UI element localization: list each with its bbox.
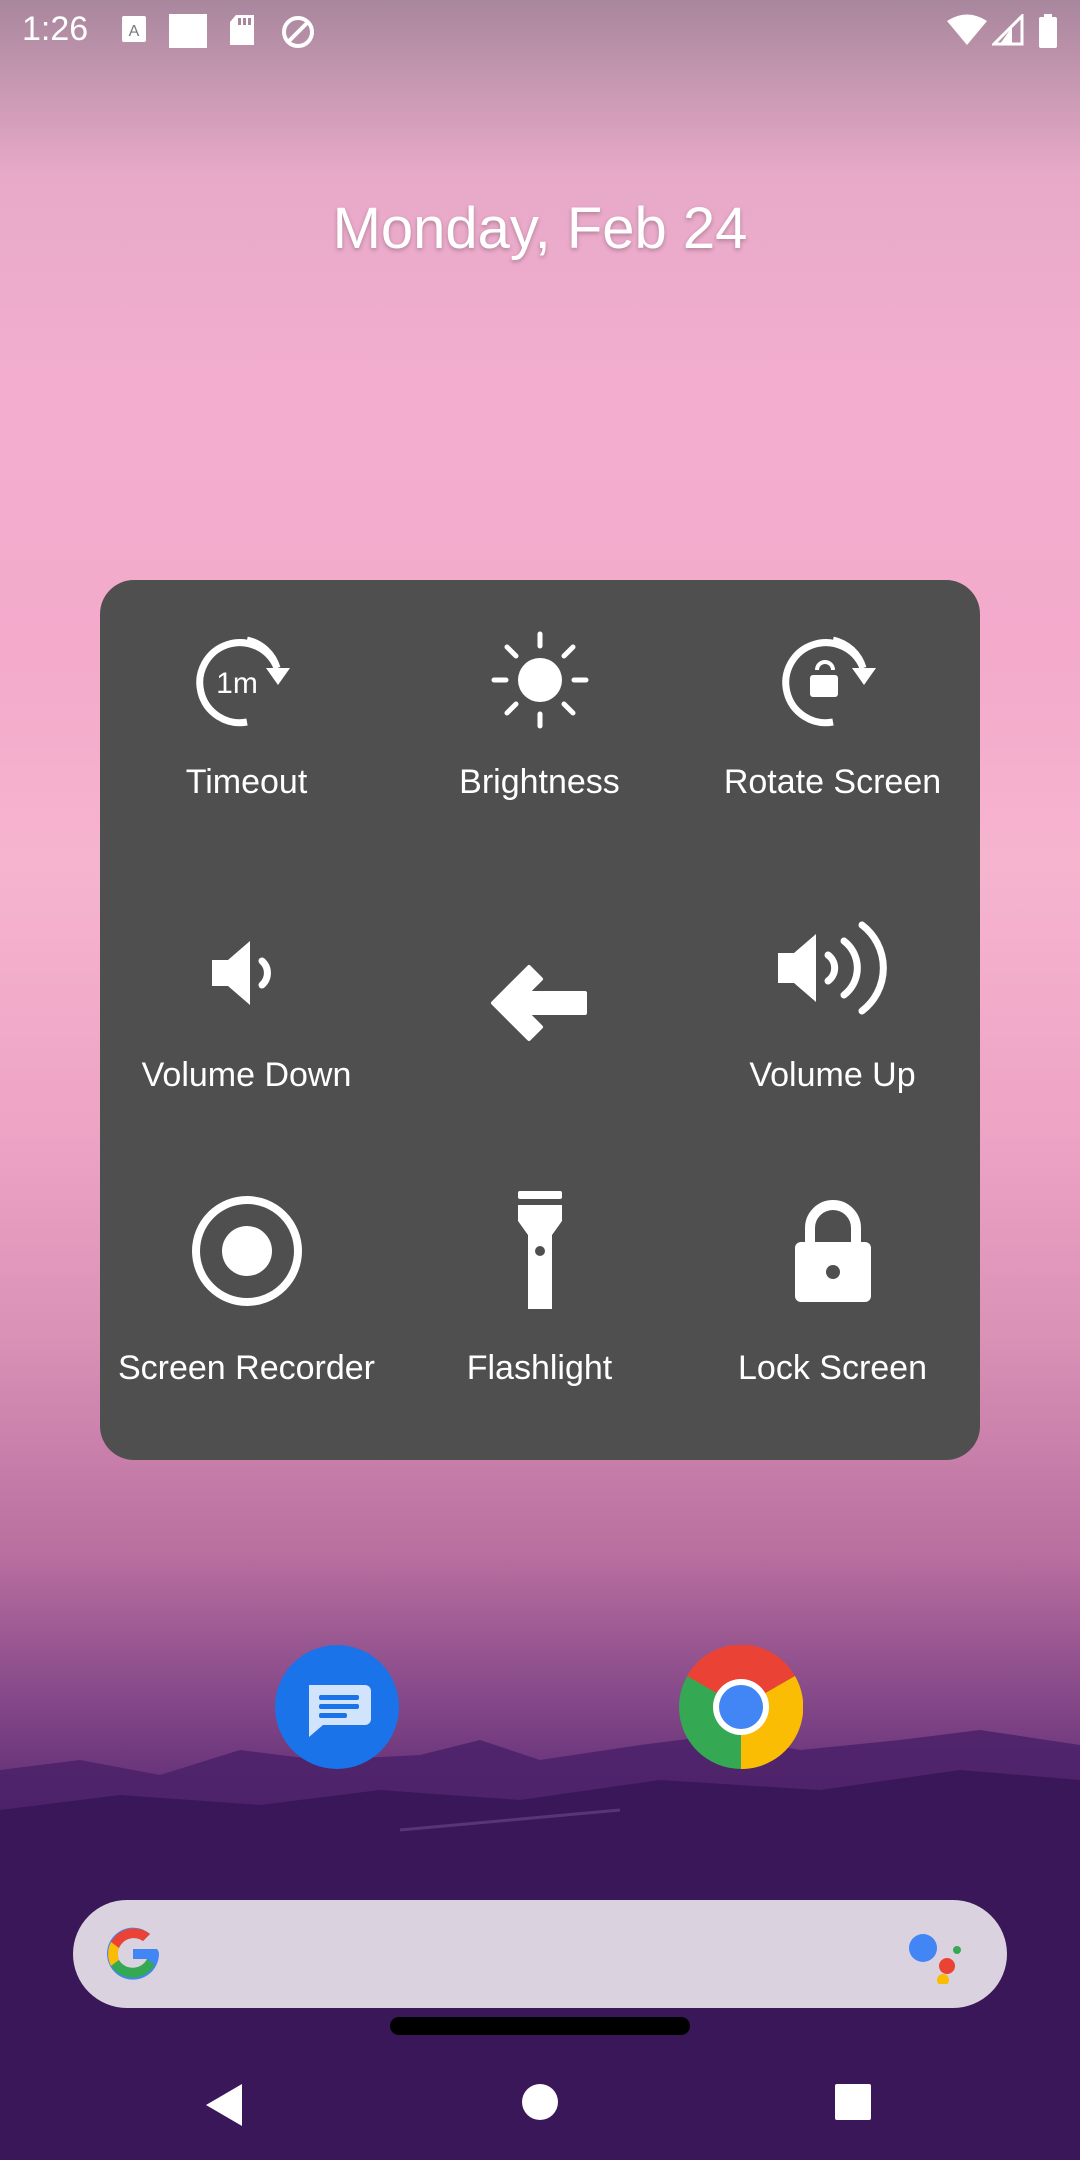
home-date[interactable]: Monday, Feb 24 xyxy=(0,195,1080,262)
messages-icon xyxy=(309,1685,371,1737)
screen-recorder-label: Screen Recorder xyxy=(117,1349,375,1387)
lock-screen-tile[interactable]: Lock Screen xyxy=(686,1166,979,1459)
volume-down-icon xyxy=(211,941,271,1005)
messages-app-icon[interactable] xyxy=(275,1645,399,1769)
sd-card-icon xyxy=(230,15,254,45)
volume-down-label: Volume Down xyxy=(141,1056,352,1094)
google-g-icon[interactable] xyxy=(103,1924,163,1984)
rotate-screen-label: Rotate Screen xyxy=(723,763,942,801)
flashlight-icon xyxy=(517,1191,562,1309)
data-saver-icon xyxy=(282,16,314,48)
screen-recorder-icon xyxy=(191,1196,302,1306)
home-button[interactable] xyxy=(520,2082,560,2122)
timeout-badge: 1m xyxy=(216,667,258,700)
google-assistant-icon[interactable] xyxy=(905,1928,965,1984)
square-notification-icon xyxy=(169,14,207,48)
chrome-app-icon[interactable] xyxy=(679,1644,804,1770)
timeout-tile[interactable]: 1m Timeout xyxy=(100,580,393,873)
gesture-handle[interactable] xyxy=(390,2017,690,2035)
rotate-screen-icon xyxy=(781,636,876,727)
brightness-icon xyxy=(491,631,588,729)
status-time: 1:26 xyxy=(22,10,89,48)
flashlight-tile[interactable]: Flashlight xyxy=(393,1166,686,1459)
cellular-signal-icon xyxy=(992,14,1024,46)
back-tile[interactable] xyxy=(393,873,686,1166)
rotate-screen-tile[interactable]: Rotate Screen xyxy=(686,580,979,873)
recents-button[interactable] xyxy=(833,2082,873,2122)
volume-up-tile[interactable]: Volume Up xyxy=(686,873,979,1166)
back-button[interactable] xyxy=(200,2080,250,2130)
navigation-bar xyxy=(0,2060,1080,2160)
lock-screen-icon xyxy=(794,1200,871,1302)
volume-up-label: Volume Up xyxy=(749,1056,916,1094)
status-bar: 1:26 A xyxy=(0,0,1080,60)
accessibility-menu-panel: 1m Timeout Brightness Rotate Screen Volu… xyxy=(100,580,980,1460)
chrome-icon xyxy=(679,1644,804,1770)
wifi-icon xyxy=(947,14,987,45)
flashlight-label: Flashlight xyxy=(466,1349,613,1387)
timeout-label: Timeout xyxy=(185,763,308,801)
brightness-tile[interactable]: Brightness xyxy=(393,580,686,873)
svg-text:A: A xyxy=(129,23,140,40)
lock-screen-label: Lock Screen xyxy=(738,1349,927,1387)
keyboard-notification-icon: A xyxy=(122,16,146,42)
back-arrow-icon xyxy=(490,965,587,1041)
timeout-icon: 1m xyxy=(195,636,290,727)
screen-recorder-tile[interactable]: Screen Recorder xyxy=(100,1166,393,1459)
battery-icon xyxy=(1039,14,1057,48)
brightness-label: Brightness xyxy=(459,763,620,801)
volume-up-icon xyxy=(777,921,887,1015)
volume-down-tile[interactable]: Volume Down xyxy=(100,873,393,1166)
google-search-bar[interactable] xyxy=(73,1900,1007,2008)
